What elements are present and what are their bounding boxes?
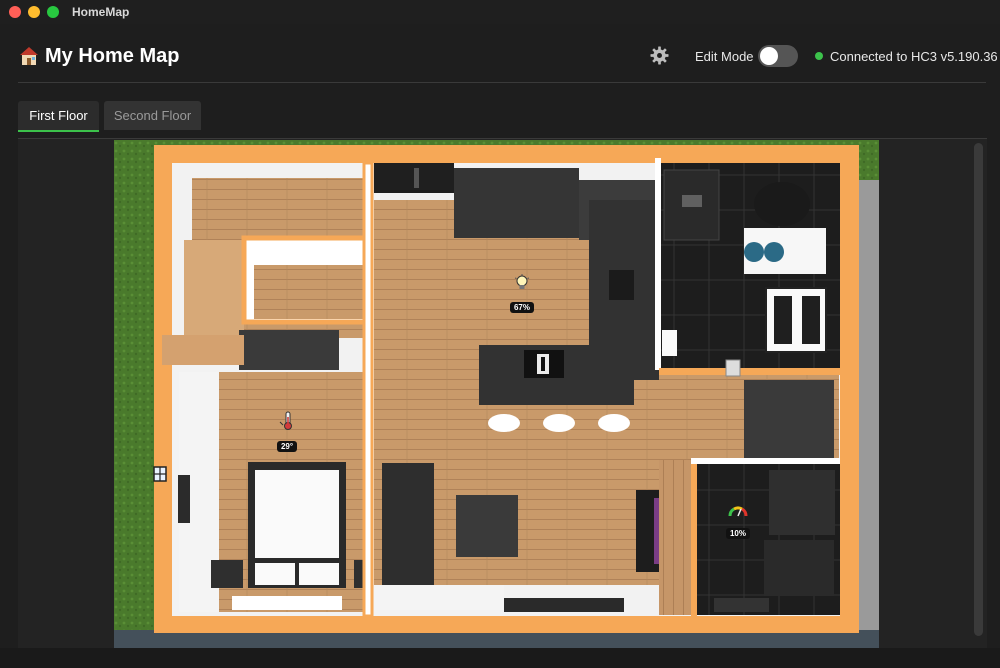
thermostat-value: 29° [276, 441, 298, 452]
gauge-device[interactable]: 10% [724, 504, 752, 541]
thermometer-icon [279, 411, 292, 430]
window-sensor-device[interactable] [152, 466, 168, 487]
connection-status-text: Connected to HC3 v5.190.36 [830, 49, 998, 64]
edit-mode-toggle[interactable] [758, 45, 798, 67]
light-value: 67% [509, 302, 534, 313]
gear-icon[interactable] [650, 46, 669, 65]
header: My Home Map Edit Mode Connected to HC3 v… [0, 24, 1000, 84]
toggle-knob [760, 47, 778, 65]
floor-plan-map[interactable]: 67% 29° 10% [114, 140, 879, 648]
house-emoji-icon [20, 47, 38, 65]
edit-mode-label: Edit Mode [695, 49, 754, 64]
app-title: HomeMap [72, 5, 130, 19]
vertical-scrollbar[interactable] [974, 143, 983, 636]
gauge-value: 10% [725, 528, 750, 539]
bottom-edge [0, 648, 1000, 668]
thermostat-device[interactable]: 29° [274, 411, 300, 454]
gauge-icon [728, 506, 748, 517]
tab-second-floor[interactable]: Second Floor [104, 101, 201, 130]
window-titlebar: HomeMap [0, 0, 1000, 24]
floor-plan-image [114, 140, 879, 648]
tab-first-floor[interactable]: First Floor [18, 101, 99, 132]
minimize-window-button[interactable] [28, 6, 40, 18]
header-divider [18, 82, 986, 83]
light-device[interactable]: 67% [508, 274, 536, 315]
window-icon [153, 466, 167, 482]
zoom-window-button[interactable] [47, 6, 59, 18]
page-title: My Home Map [45, 45, 180, 67]
connection-status-dot [815, 52, 823, 60]
lightbulb-icon [514, 274, 530, 289]
close-window-button[interactable] [9, 6, 21, 18]
